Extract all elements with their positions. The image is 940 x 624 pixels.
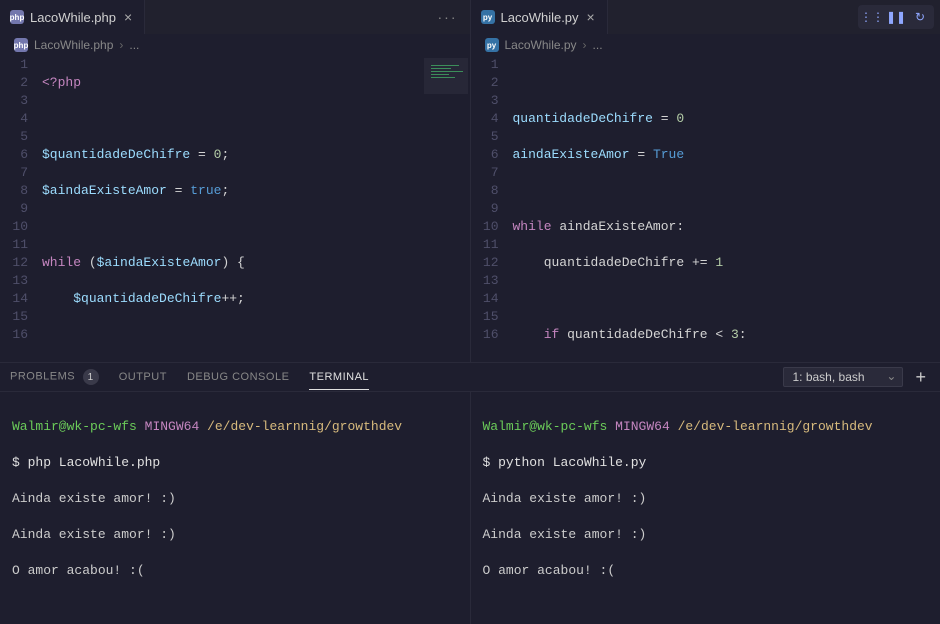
breadcrumb-rest: ... (129, 38, 139, 52)
panel-tab-label: PROBLEMS (10, 371, 75, 383)
php-file-icon: php (10, 10, 24, 24)
debug-toolbar: ⋮⋮ ❚❚ ↻ (858, 5, 934, 29)
breadcrumb-file: LacoWhile.php (34, 38, 113, 52)
panel-tab-debug-console[interactable]: DEBUG CONSOLE (187, 365, 289, 389)
debug-pause-icon[interactable]: ❚❚ (886, 8, 906, 26)
chevron-right-icon: › (119, 38, 123, 52)
terminal-right[interactable]: Walmir@wk-pc-wfs MINGW64 /e/dev-learnnig… (471, 392, 940, 624)
panel-tab-bar: PROBLEMS 1 OUTPUT DEBUG CONSOLE TERMINAL… (0, 363, 940, 392)
line-gutter: 12345678 910111213141516 (0, 56, 42, 362)
debug-restart-icon[interactable]: ↻ (910, 8, 930, 26)
close-icon[interactable]: × (585, 9, 597, 25)
minimap[interactable] (424, 58, 468, 94)
chevron-right-icon: › (583, 38, 587, 52)
problems-count-badge: 1 (83, 369, 99, 385)
tab-lacowhile-php[interactable]: php LacoWhile.php × (0, 0, 145, 34)
php-file-icon: php (14, 38, 28, 52)
tab-lacowhile-py[interactable]: py LacoWhile.py × (471, 0, 608, 34)
breadcrumb-right[interactable]: py LacoWhile.py › ... (471, 34, 940, 56)
python-file-icon: py (485, 38, 499, 52)
tab-overflow-icon[interactable]: ··· (426, 9, 470, 25)
close-icon[interactable]: × (122, 9, 134, 25)
code-content[interactable]: <?php $quantidadeDeChifre = 0; $aindaExi… (42, 56, 470, 362)
editor-pane-left: php LacoWhile.php × ··· php LacoWhile.ph… (0, 0, 471, 362)
breadcrumb-left[interactable]: php LacoWhile.php › ... (0, 34, 470, 56)
bottom-panel: PROBLEMS 1 OUTPUT DEBUG CONSOLE TERMINAL… (0, 362, 940, 527)
panel-actions: 1: bash, bash + (783, 367, 930, 388)
panel-tab-problems[interactable]: PROBLEMS 1 (10, 363, 99, 391)
line-gutter: 12345678 910111213141516 (471, 56, 513, 362)
code-editor-right[interactable]: 12345678 910111213141516 quantidadeDeChi… (471, 56, 940, 362)
tab-bar-left: php LacoWhile.php × ··· (0, 0, 470, 34)
panel-tab-terminal[interactable]: TERMINAL (309, 365, 369, 390)
code-editor-left[interactable]: 12345678 910111213141516 <?php $quantida… (0, 56, 470, 362)
terminal-split: Walmir@wk-pc-wfs MINGW64 /e/dev-learnnig… (0, 392, 940, 624)
panel-tab-output[interactable]: OUTPUT (119, 365, 167, 389)
editor-pane-right: py LacoWhile.py × ⋮⋮ ❚❚ ↻ py LacoWhile.p… (471, 0, 940, 362)
tab-label: LacoWhile.php (30, 10, 116, 25)
breadcrumb-file: LacoWhile.py (505, 38, 577, 52)
code-content[interactable]: quantidadeDeChifre = 0 aindaExisteAmor =… (513, 56, 940, 362)
terminal-left[interactable]: Walmir@wk-pc-wfs MINGW64 /e/dev-learnnig… (0, 392, 471, 624)
tab-bar-right: py LacoWhile.py × ⋮⋮ ❚❚ ↻ (471, 0, 940, 34)
breadcrumb-rest: ... (593, 38, 603, 52)
new-terminal-icon[interactable]: + (911, 367, 930, 388)
editor-split: php LacoWhile.php × ··· php LacoWhile.ph… (0, 0, 940, 362)
terminal-select[interactable]: 1: bash, bash (783, 367, 903, 387)
debug-drag-handle-icon[interactable]: ⋮⋮ (862, 8, 882, 26)
tab-label: LacoWhile.py (501, 10, 579, 25)
python-file-icon: py (481, 10, 495, 24)
